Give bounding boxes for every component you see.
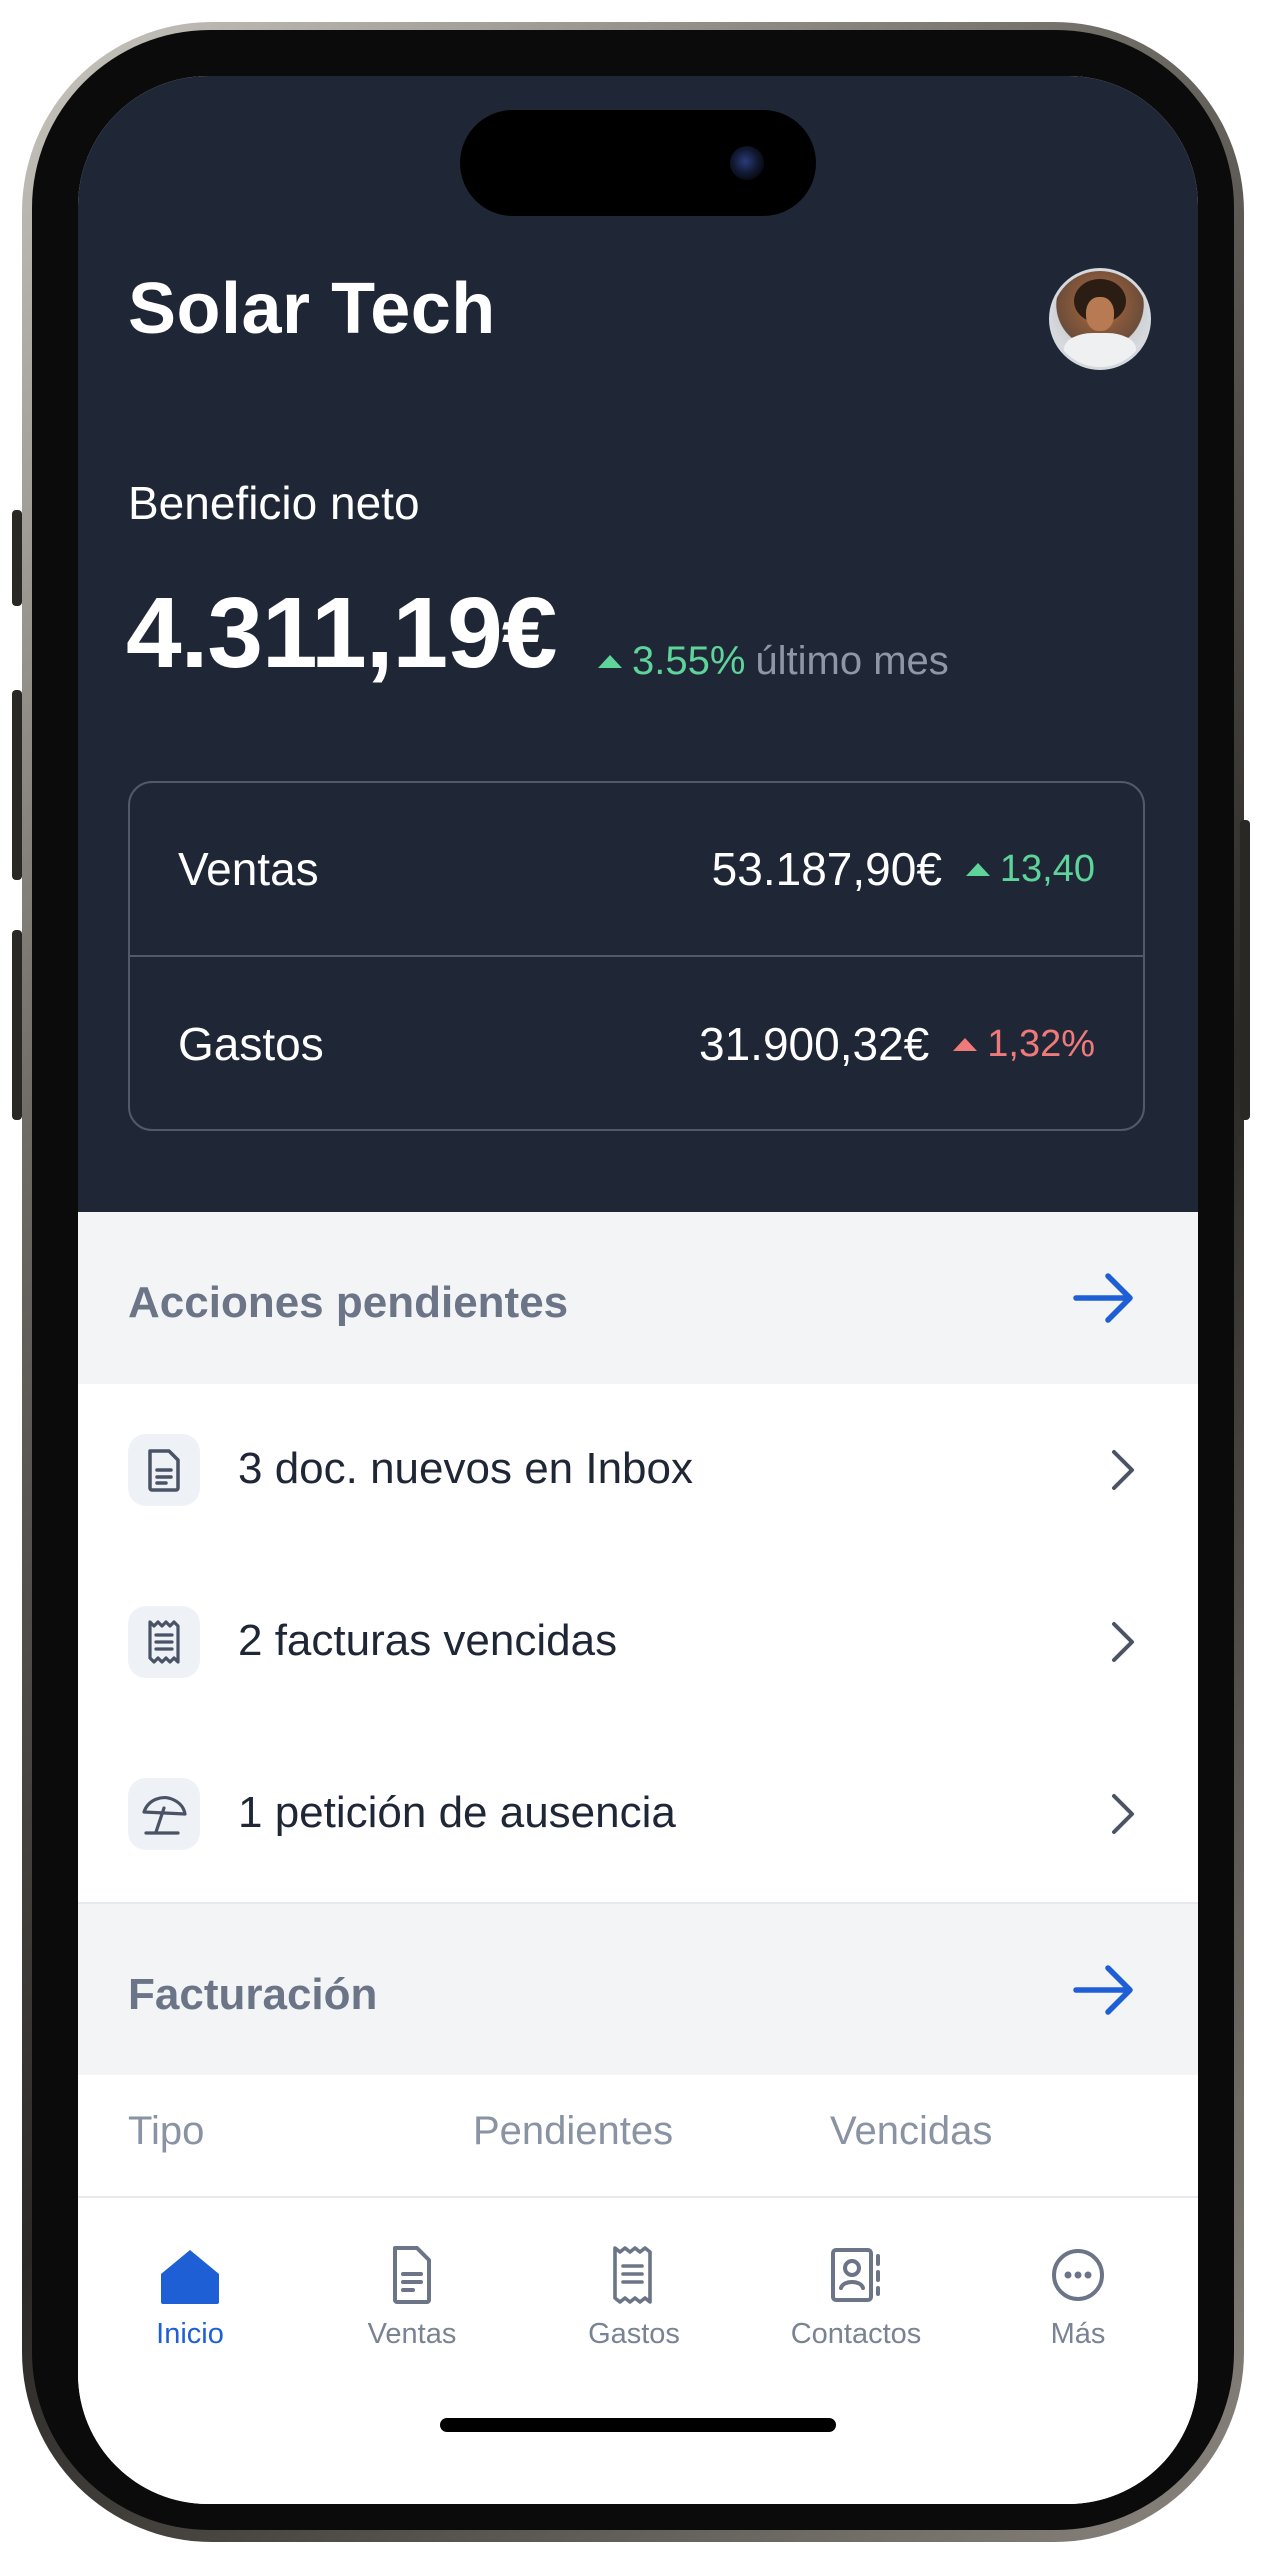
chevron-right-icon [1112, 1794, 1134, 1834]
tab-label: Ventas [367, 2318, 457, 2350]
avatar[interactable] [1049, 268, 1151, 370]
tab-mas[interactable]: Más [978, 2242, 1178, 2351]
beach-umbrella-icon [128, 1778, 200, 1850]
net-profit-value: 4.311,19€ [126, 577, 557, 689]
sales-row[interactable]: Ventas 53.187,90€ 13,40 [130, 783, 1143, 957]
column-header-pending: Pendientes [473, 2109, 674, 2153]
net-profit-period: último mes [755, 639, 949, 683]
billing-header: Facturación [78, 1902, 1198, 2076]
pending-item-label: 1 petición de ausencia [238, 1788, 676, 1837]
tab-label: Más [1050, 2318, 1106, 2350]
summary-header: Solar Tech Beneficio neto 4.311,19€ 3.55… [78, 76, 1198, 1212]
dynamic-island [460, 110, 816, 216]
billing-title: Facturación [128, 1970, 378, 2019]
trend-up-icon [965, 862, 990, 876]
net-profit-delta-value: 3.55% [632, 639, 746, 683]
expenses-row[interactable]: Gastos 31.900,32€ 1,32% [130, 957, 1143, 1131]
tab-ventas[interactable]: Ventas [312, 2242, 512, 2351]
arrow-right-icon[interactable] [1072, 1272, 1136, 1324]
home-icon [161, 2250, 219, 2304]
pending-actions-title: Acciones pendientes [128, 1278, 569, 1327]
sales-expenses-card: Ventas 53.187,90€ 13,40 Gastos 31.900,32… [128, 781, 1145, 1131]
document-icon [393, 2246, 431, 2304]
pending-item-inbox[interactable]: 3 doc. nuevos en Inbox [78, 1384, 1198, 1556]
trend-up-icon [953, 1037, 978, 1051]
screen: Solar Tech Beneficio neto 4.311,19€ 3.55… [78, 76, 1198, 2504]
arrow-right-icon[interactable] [1072, 1964, 1136, 2016]
action-button [12, 510, 22, 606]
more-icon [1052, 2249, 1104, 2301]
camera-icon [730, 146, 764, 180]
avatar-face [1086, 297, 1114, 331]
column-header-type: Tipo [128, 2109, 205, 2153]
tab-label: Gastos [588, 2318, 680, 2350]
tab-inicio[interactable]: Inicio [90, 2242, 290, 2351]
sales-amount: 53.187,90€ [711, 843, 942, 895]
sales-delta-value: 13,40 [999, 847, 1095, 890]
receipt-icon [613, 2246, 652, 2304]
contacts-icon [831, 2248, 880, 2302]
document-icon [128, 1434, 200, 1506]
pending-actions-header: Acciones pendientes [78, 1212, 1198, 1384]
volume-up-button [12, 690, 22, 880]
phone-body: Solar Tech Beneficio neto 4.311,19€ 3.55… [32, 30, 1234, 2530]
chevron-right-icon [1112, 1622, 1134, 1662]
expenses-label: Gastos [178, 1018, 324, 1070]
avatar-shirt [1064, 333, 1136, 367]
home-indicator[interactable] [440, 2418, 836, 2432]
tab-label: Contactos [790, 2318, 922, 2350]
pending-item-overdue-invoices[interactable]: 2 facturas vencidas [78, 1556, 1198, 1728]
receipt-icon [128, 1606, 200, 1678]
sales-delta: 13,40 [965, 847, 1095, 891]
net-profit-delta: 3.55% último mes [598, 639, 949, 684]
expenses-delta: 1,32% [953, 1023, 1095, 1066]
pending-item-label: 3 doc. nuevos en Inbox [238, 1444, 693, 1493]
expenses-amount: 31.900,32€ [699, 1018, 930, 1070]
column-header-overdue: Vencidas [830, 2109, 993, 2153]
pending-item-label: 2 facturas vencidas [238, 1616, 618, 1665]
volume-down-button [12, 930, 22, 1120]
tab-label: Inicio [156, 2318, 224, 2350]
trend-up-icon [598, 655, 622, 668]
chevron-right-icon [1112, 1450, 1134, 1490]
tab-contactos[interactable]: Contactos [756, 2242, 956, 2351]
company-name: Solar Tech [128, 269, 496, 349]
net-profit-label: Beneficio neto [128, 477, 420, 529]
expenses-delta-value: 1,32% [987, 1022, 1095, 1065]
billing-table-header: Tipo Pendientes Vencidas [78, 2075, 1198, 2195]
pending-item-absence-request[interactable]: 1 petición de ausencia [78, 1728, 1198, 1900]
sales-label: Ventas [178, 843, 319, 895]
power-button [1240, 820, 1250, 1120]
bottom-tab-bar: Inicio Ventas Gastos Contactos Más [78, 2196, 1198, 2504]
tab-gastos[interactable]: Gastos [534, 2242, 734, 2351]
